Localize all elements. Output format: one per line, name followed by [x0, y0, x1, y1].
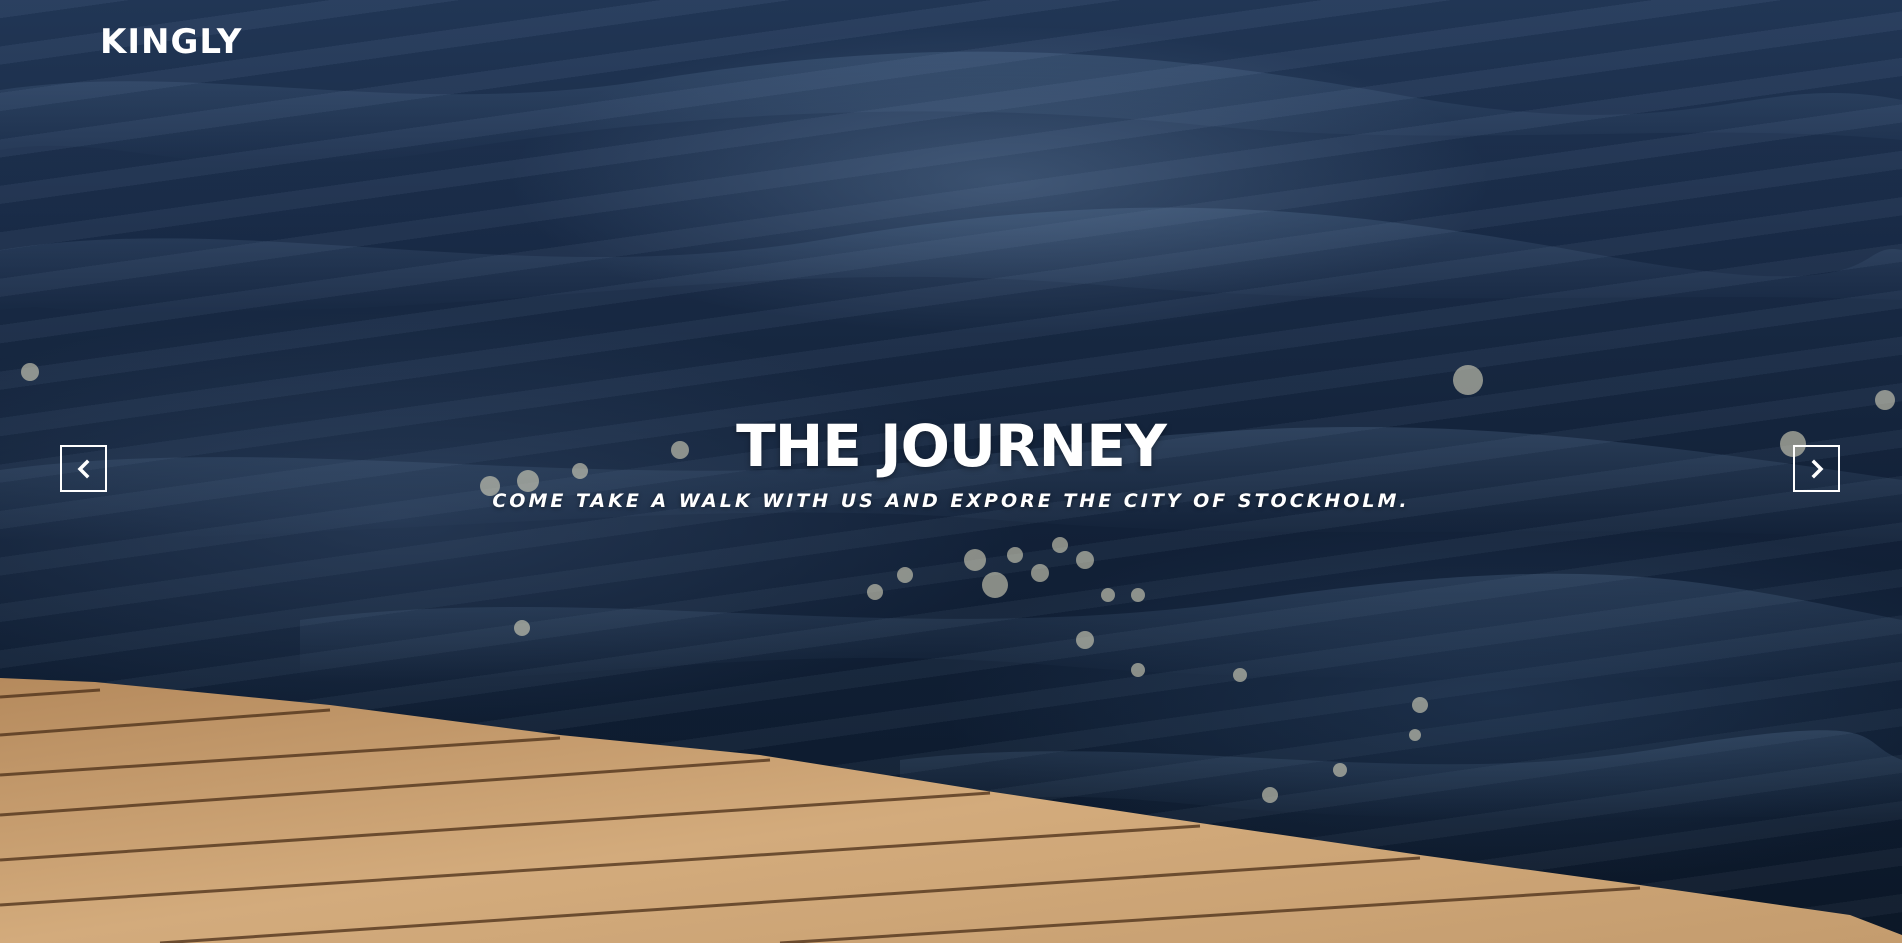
slide-title: THE JOURNEY — [736, 412, 1167, 480]
chevron-right-icon — [1811, 459, 1823, 478]
slide-subtitle: COME TAKE A WALK WITH US AND EXPORE THE … — [492, 490, 1410, 512]
brand-logo[interactable]: KINGLY — [100, 20, 242, 64]
hero-slider: KINGLY THE JOURNEY COME TAKE A WALK WITH… — [0, 0, 1902, 943]
slide-caption: THE JOURNEY COME TAKE A WALK WITH US AND… — [0, 410, 1902, 514]
previous-slide-button[interactable] — [60, 445, 107, 492]
next-slide-button[interactable] — [1793, 445, 1840, 492]
chevron-left-icon — [77, 459, 89, 478]
